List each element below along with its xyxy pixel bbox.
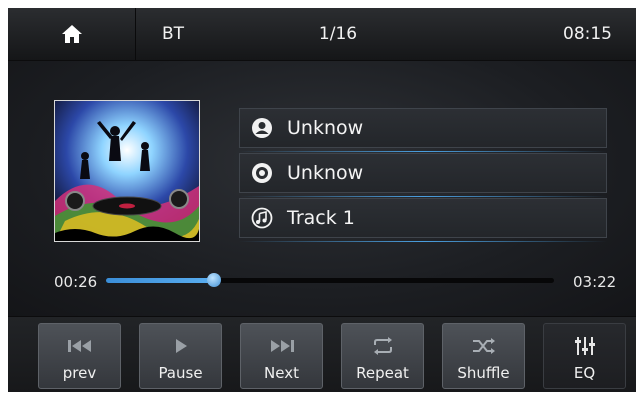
elapsed-time: 00:26	[54, 273, 98, 291]
eq-label: EQ	[573, 364, 596, 382]
album-row: Unknow	[239, 153, 607, 193]
top-bar: BT 1/16 08:15	[8, 8, 636, 61]
play-icon	[175, 339, 187, 353]
artist-icon	[252, 118, 272, 138]
track-title: Track 1	[287, 207, 355, 229]
pause-label: Pause	[158, 364, 203, 382]
repeat-label: Repeat	[356, 364, 409, 382]
row-divider	[239, 196, 607, 197]
next-label: Next	[264, 364, 299, 382]
home-button[interactable]	[8, 8, 136, 60]
shuffle-label: Shuffle	[457, 364, 510, 382]
progress-knob[interactable]	[206, 273, 221, 287]
shuffle-button[interactable]: Shuffle	[442, 323, 525, 389]
total-time: 03:22	[573, 273, 617, 291]
artist-name: Unknow	[287, 117, 364, 139]
album-disc-icon	[252, 163, 272, 183]
prev-label: prev	[62, 364, 97, 382]
now-playing-panel: Unknow Unknow Track 1 00:26 03:22	[8, 61, 636, 316]
pause-button[interactable]: Pause	[139, 323, 222, 389]
equalizer-icon	[574, 337, 595, 355]
album-name: Unknow	[287, 162, 364, 184]
repeat-button[interactable]: Repeat	[341, 323, 424, 389]
album-art	[54, 100, 200, 242]
previous-track-icon	[67, 340, 91, 352]
track-row: Track 1	[239, 198, 607, 238]
prev-button[interactable]: prev	[38, 323, 121, 389]
home-icon	[61, 25, 82, 43]
next-track-icon	[270, 340, 294, 352]
track-counter: 1/16	[318, 24, 358, 44]
album-art-image	[55, 101, 199, 241]
row-divider	[239, 241, 607, 242]
repeat-icon	[373, 337, 392, 355]
progress-fill	[106, 278, 214, 283]
music-note-icon	[251, 207, 273, 229]
player-screen: BT 1/16 08:15 Unknow Unknow Track 1 00:2…	[8, 8, 636, 392]
next-button[interactable]: Next	[240, 323, 323, 389]
source-label[interactable]: BT	[136, 8, 246, 60]
row-divider	[239, 151, 607, 152]
eq-button[interactable]: EQ	[543, 323, 626, 389]
progress-bar[interactable]	[106, 273, 554, 287]
shuffle-icon	[472, 338, 495, 354]
artist-row: Unknow	[239, 108, 607, 148]
clock: 08:15	[563, 24, 612, 44]
transport-controls: prev Pause Next Repeat Shuffle EQ	[8, 316, 636, 392]
